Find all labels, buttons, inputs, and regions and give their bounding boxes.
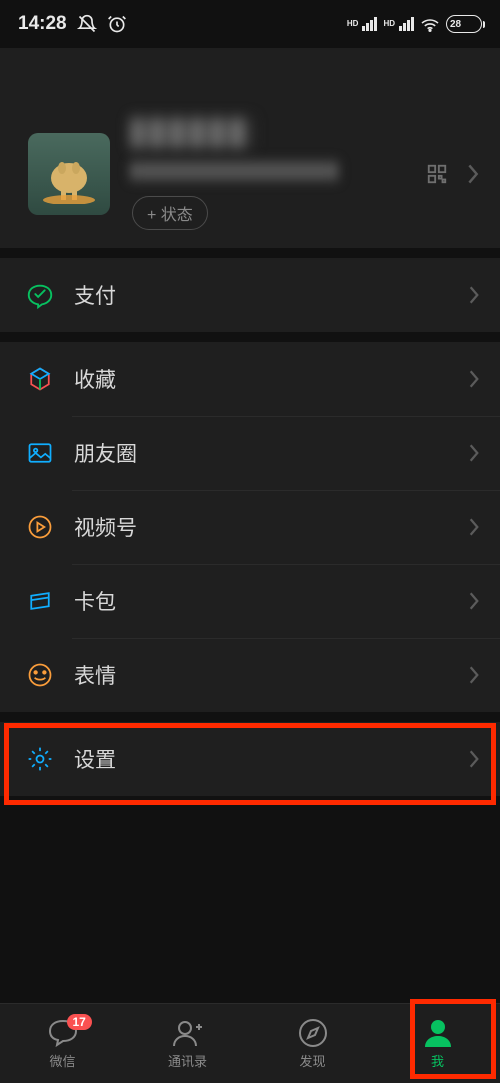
avatar[interactable] <box>28 133 110 215</box>
tab-label: 微信 <box>49 1051 75 1070</box>
menu-cards[interactable]: 卡包 <box>0 564 500 638</box>
status-bar: 14:28 HD HD 28 <box>0 0 500 48</box>
chevron-right-icon <box>466 163 480 185</box>
menu-label: 卡包 <box>74 586 468 616</box>
menu-channels[interactable]: 视频号 <box>0 490 500 564</box>
pay-icon <box>24 279 56 311</box>
hd-indicator-2: HD <box>383 20 395 28</box>
chevron-right-icon <box>468 369 480 389</box>
profile-card[interactable]: + 状态 <box>0 48 500 248</box>
chevron-right-icon <box>468 591 480 611</box>
menu-pay[interactable]: 支付 <box>0 258 500 332</box>
wechat-id <box>132 162 337 180</box>
menu-label: 收藏 <box>74 364 468 394</box>
chevron-right-icon <box>468 285 480 305</box>
chats-badge: 17 <box>67 1014 92 1030</box>
moments-icon <box>24 437 56 469</box>
status-time: 14:28 <box>18 13 67 35</box>
channels-icon <box>24 511 56 543</box>
tab-discover[interactable]: 发现 <box>250 1004 375 1083</box>
menu-label: 视频号 <box>74 512 468 542</box>
tab-label: 我 <box>431 1051 444 1070</box>
tab-label: 通讯录 <box>168 1051 207 1070</box>
menu-settings[interactable]: 设置 <box>0 722 500 796</box>
menu-moments[interactable]: 朋友圈 <box>0 416 500 490</box>
menu-favorites[interactable]: 收藏 <box>0 342 500 416</box>
qr-code-icon[interactable] <box>426 163 448 185</box>
mute-icon <box>77 14 97 34</box>
tab-me[interactable]: 我 <box>375 1004 500 1083</box>
signal-icon-1 <box>362 17 377 31</box>
tab-label: 发现 <box>299 1051 325 1070</box>
stickers-icon <box>24 659 56 691</box>
signal-icon-2 <box>399 17 414 31</box>
cards-icon <box>24 585 56 617</box>
battery-indicator: 28 <box>446 15 482 33</box>
chevron-right-icon <box>468 443 480 463</box>
menu-label: 表情 <box>74 660 468 690</box>
status-button[interactable]: + 状态 <box>132 196 208 230</box>
alarm-icon <box>107 14 127 34</box>
menu-stickers[interactable]: 表情 <box>0 638 500 712</box>
settings-icon <box>24 743 56 775</box>
tab-contacts[interactable]: 通讯录 <box>125 1004 250 1083</box>
nickname <box>132 118 252 148</box>
menu-label: 支付 <box>74 280 468 310</box>
tab-bar: 17 微信 通讯录 发现 我 <box>0 1003 500 1083</box>
menu-label: 朋友圈 <box>74 438 468 468</box>
chevron-right-icon <box>468 517 480 537</box>
chevron-right-icon <box>468 749 480 769</box>
hd-indicator-1: HD <box>347 20 359 28</box>
chevron-right-icon <box>468 665 480 685</box>
favorites-icon <box>24 363 56 395</box>
wifi-icon <box>420 16 440 32</box>
menu-label: 设置 <box>74 744 468 774</box>
tab-chats[interactable]: 17 微信 <box>0 1004 125 1083</box>
